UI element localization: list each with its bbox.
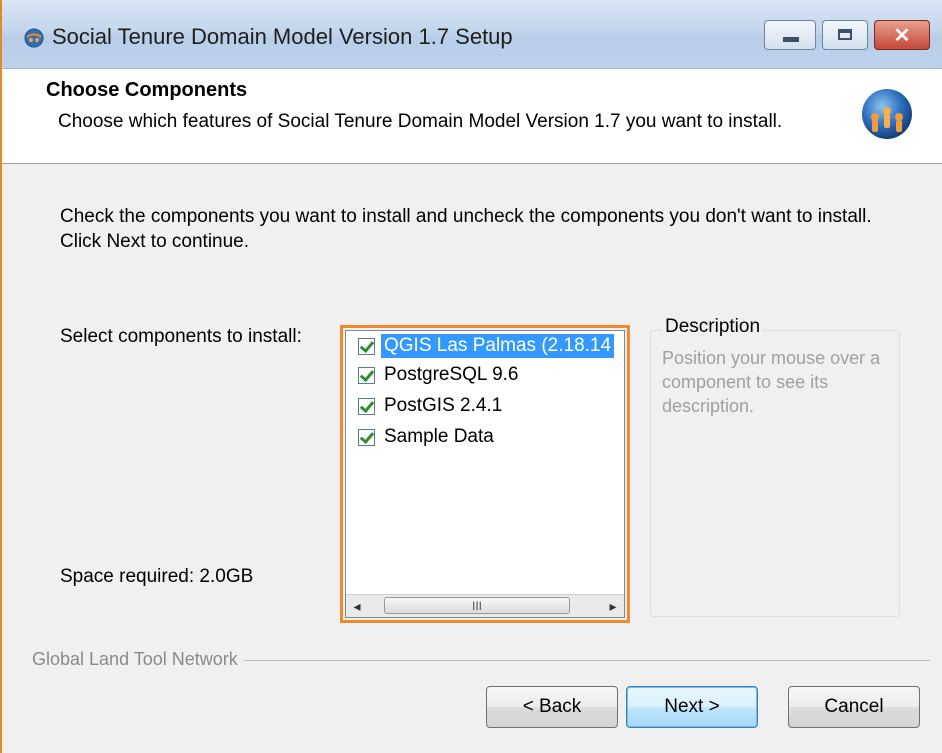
description-text: Position your mouse over a component to … [662, 348, 881, 416]
window-title: Social Tenure Domain Model Version 1.7 S… [52, 24, 513, 49]
maximize-button[interactable] [822, 20, 868, 50]
instructions-text: Check the components you want to install… [60, 206, 872, 252]
select-components-label: Select components to install: [60, 326, 302, 347]
installer-window: Social Tenure Domain Model Version 1.7 S… [0, 0, 942, 753]
next-button[interactable]: Next > [626, 686, 758, 728]
maximize-icon [838, 29, 852, 40]
page-subtitle: Choose which features of Social Tenure D… [58, 111, 783, 132]
close-button[interactable]: ✕ [874, 20, 930, 50]
stdm-globe-logo-icon [862, 89, 912, 139]
description-title: Description [662, 316, 764, 338]
close-icon: ✕ [893, 24, 911, 47]
title-bar[interactable]: Social Tenure Domain Model Version 1.7 S… [2, 0, 942, 69]
cancel-button[interactable]: Cancel [788, 686, 920, 728]
highlight-box [340, 325, 630, 623]
page-title: Choose Components [46, 79, 248, 101]
back-button[interactable]: < Back [486, 686, 618, 728]
minimize-icon [783, 37, 799, 42]
space-required-label: Space required: 2.0GB [60, 566, 254, 587]
minimize-button[interactable] [764, 20, 816, 50]
page-header: Choose Components Choose which features … [2, 69, 942, 164]
globe-icon [24, 28, 44, 48]
branding-text: Global Land Tool Network [32, 649, 244, 670]
